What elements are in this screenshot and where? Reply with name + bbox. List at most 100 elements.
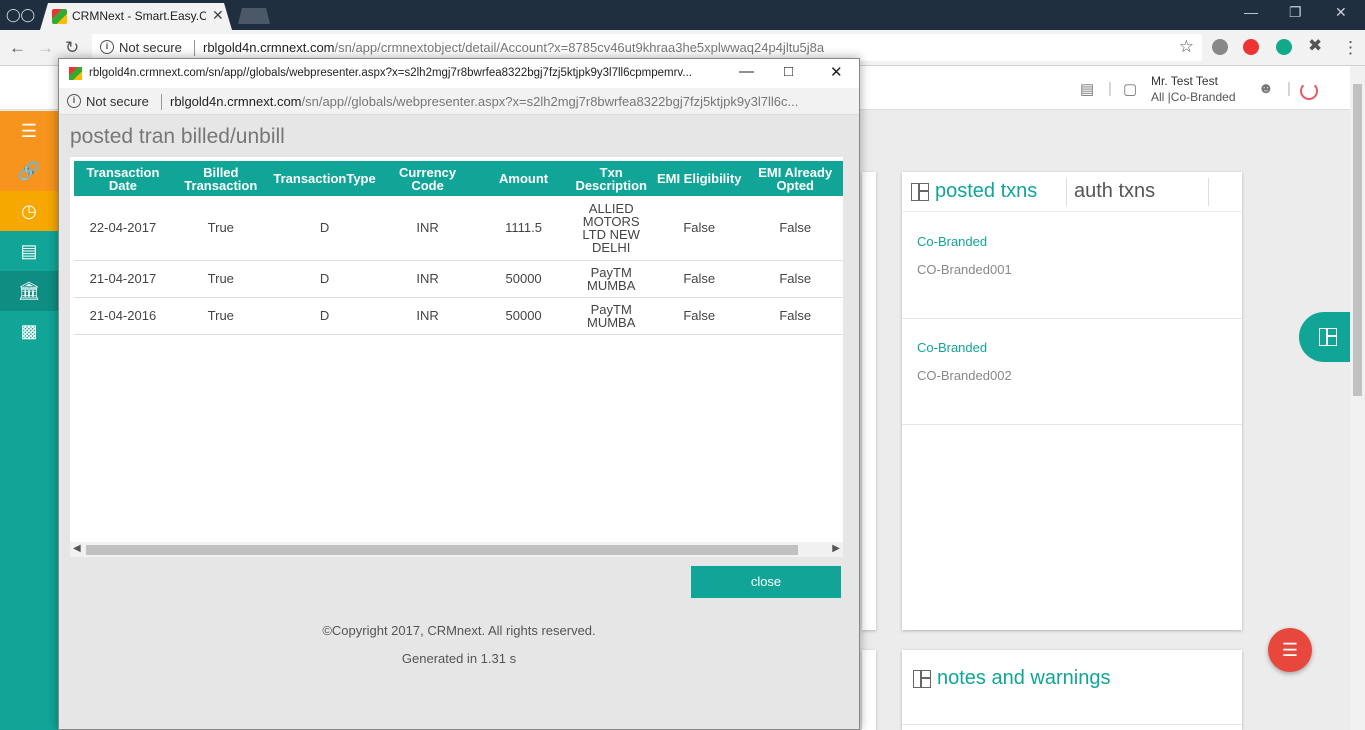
divider [902, 318, 1242, 319]
table-cell: 1111.5 [475, 196, 572, 261]
generated-time: Generated in 1.31 s [401, 651, 517, 666]
background-panel [862, 172, 876, 630]
table-row[interactable]: 21-04-2017 True D INR 50000 PayTM MUMBA … [74, 260, 843, 298]
copyright-text: ©Copyright 2017, CRMnext. All rights res… [322, 623, 596, 638]
scroll-right-icon[interactable]: ▶ [832, 543, 840, 554]
column-header[interactable]: EMI Already Opted [747, 161, 843, 196]
table-cell: True [171, 297, 270, 335]
user-name[interactable]: Mr. Test Test [1151, 74, 1218, 88]
posted-txns-panel: posted txns auth txns Co-Branded CO-Bran… [902, 172, 1242, 630]
record-id: CO-Branded001 [917, 262, 1012, 277]
tab-close-icon[interactable]: ✕ [212, 7, 224, 24]
widget-icon [911, 183, 929, 201]
page-scrollbar[interactable] [1350, 66, 1365, 730]
address-bar[interactable]: i Not secure rblgold4n.crmnext.com/sn/ap… [92, 34, 1202, 61]
layers-button[interactable]: ☰ [1268, 628, 1312, 672]
column-header[interactable]: Billed Transaction [171, 161, 270, 196]
document-icon[interactable]: ▤ [0, 231, 58, 271]
user-icon[interactable]: ☻ [1258, 80, 1274, 97]
bank-icon[interactable]: 🏛 [0, 271, 58, 311]
horizontal-scrollbar[interactable]: ◀ ▶ [70, 542, 843, 557]
transactions-grid: Transaction Date Billed Transaction Tran… [70, 157, 843, 555]
message-icon[interactable]: ▢ [1123, 80, 1137, 98]
column-header[interactable]: Amount [475, 161, 572, 196]
browser-tab[interactable]: CRMNext - Smart.Easy.Co ✕ [40, 3, 232, 30]
widget-toggle-button[interactable] [1299, 312, 1350, 362]
table-row[interactable]: 21-04-2016 True D INR 50000 PayTM MUMBA … [74, 297, 843, 335]
popup-address-bar[interactable]: i Not secure rblgold4n.crmnext.com/sn/ap… [59, 88, 859, 115]
new-tab-button[interactable] [238, 8, 270, 24]
close-window-icon[interactable]: ✕ [830, 63, 843, 81]
close-button[interactable]: close [691, 566, 841, 598]
clock-icon[interactable]: ◷ [0, 191, 58, 231]
not-secure-label: Not secure [86, 94, 149, 109]
extension-x-icon[interactable]: ✖ [1308, 36, 1322, 56]
tab-auth-txns[interactable]: auth txns [1074, 180, 1155, 203]
power-icon[interactable] [1300, 82, 1318, 100]
notes-icon[interactable]: ▤ [1080, 80, 1094, 98]
table-cell: 50000 [475, 260, 572, 298]
minimize-icon[interactable]: — [1244, 4, 1258, 20]
record-link[interactable]: Co-Branded [917, 340, 987, 355]
column-header[interactable]: TransactionType [269, 161, 380, 196]
table-row[interactable]: 22-04-2017 True D INR 1111.5 ALLIED MOTO… [74, 196, 843, 261]
table-cell: D [269, 260, 380, 298]
browser-menu-icon[interactable]: ⋮ [1342, 38, 1359, 58]
incognito-icon: ◯◯ [6, 7, 36, 22]
star-icon[interactable]: ☆ [1179, 37, 1194, 57]
table-cell: INR [379, 297, 476, 335]
divider [1208, 178, 1209, 206]
record-id: CO-Branded002 [917, 368, 1012, 383]
scroll-left-icon[interactable]: ◀ [73, 543, 81, 554]
column-header[interactable]: Transaction Date [74, 161, 172, 196]
notes-panel: notes and warnings [902, 650, 1242, 730]
browser-tab-bar: ◯◯ CRMNext - Smart.Easy.Co ✕ — ❐ ✕ [0, 0, 1365, 30]
extension-badge-icon[interactable] [1243, 39, 1259, 55]
divider [161, 94, 162, 110]
table-cell: False [747, 260, 843, 298]
url-host: rblgold4n.crmnext.com [203, 40, 335, 55]
table-cell: INR [379, 260, 476, 298]
scrollbar-thumb[interactable] [86, 545, 798, 555]
divider [1066, 178, 1067, 206]
divider [902, 724, 1242, 725]
reload-icon[interactable]: ↻ [65, 38, 79, 58]
table-cell: D [269, 196, 380, 261]
forward-icon[interactable]: → [37, 38, 54, 58]
column-header[interactable]: EMI Eligibility [650, 161, 748, 196]
divider [194, 40, 195, 56]
url-text[interactable]: rblgold4n.crmnext.com/sn/app/crmnextobje… [203, 40, 824, 55]
tab-posted-txns[interactable]: posted txns [935, 180, 1037, 203]
widget-icon [913, 670, 931, 688]
info-icon[interactable]: i [67, 94, 81, 108]
table-cell: 50000 [475, 297, 572, 335]
layers-icon: ☰ [1281, 640, 1299, 660]
link-icon[interactable]: 🔗 [0, 151, 58, 191]
back-icon[interactable]: ← [9, 38, 26, 58]
briefcase-icon[interactable]: ▩ [0, 311, 58, 351]
restore-icon[interactable]: ❐ [1289, 4, 1302, 21]
table-cell: ALLIED MOTORS LTD NEW DELHI [571, 196, 651, 261]
column-header[interactable]: Currency Code [379, 161, 476, 196]
table-cell: 21-04-2016 [74, 297, 172, 335]
table-cell: PayTM MUMBA [571, 297, 651, 335]
info-icon[interactable]: i [100, 40, 114, 54]
favicon-icon [69, 67, 82, 80]
column-header[interactable]: Txn Description [571, 161, 651, 196]
table-cell: False [747, 297, 843, 335]
extension-shield-icon[interactable] [1212, 39, 1228, 55]
not-secure-label: Not secure [119, 40, 182, 55]
table-cell: PayTM MUMBA [571, 260, 651, 298]
url-text[interactable]: rblgold4n.crmnext.com/sn/app//globals/we… [170, 94, 855, 109]
maximize-icon[interactable]: □ [784, 63, 793, 80]
sidebar: ☰ 🔗 ◷ ▤ 🏛 ▩ [0, 111, 58, 730]
background-panel [862, 650, 876, 730]
menu-icon[interactable]: ☰ [0, 111, 58, 151]
scrollbar-thumb[interactable] [1353, 84, 1362, 396]
close-window-icon[interactable]: ✕ [1335, 4, 1347, 21]
table-cell: 22-04-2017 [74, 196, 172, 261]
record-link[interactable]: Co-Branded [917, 234, 987, 249]
notes-title[interactable]: notes and warnings [937, 667, 1110, 690]
extension-drop-icon[interactable] [1276, 39, 1292, 55]
minimize-icon[interactable]: — [739, 63, 754, 80]
